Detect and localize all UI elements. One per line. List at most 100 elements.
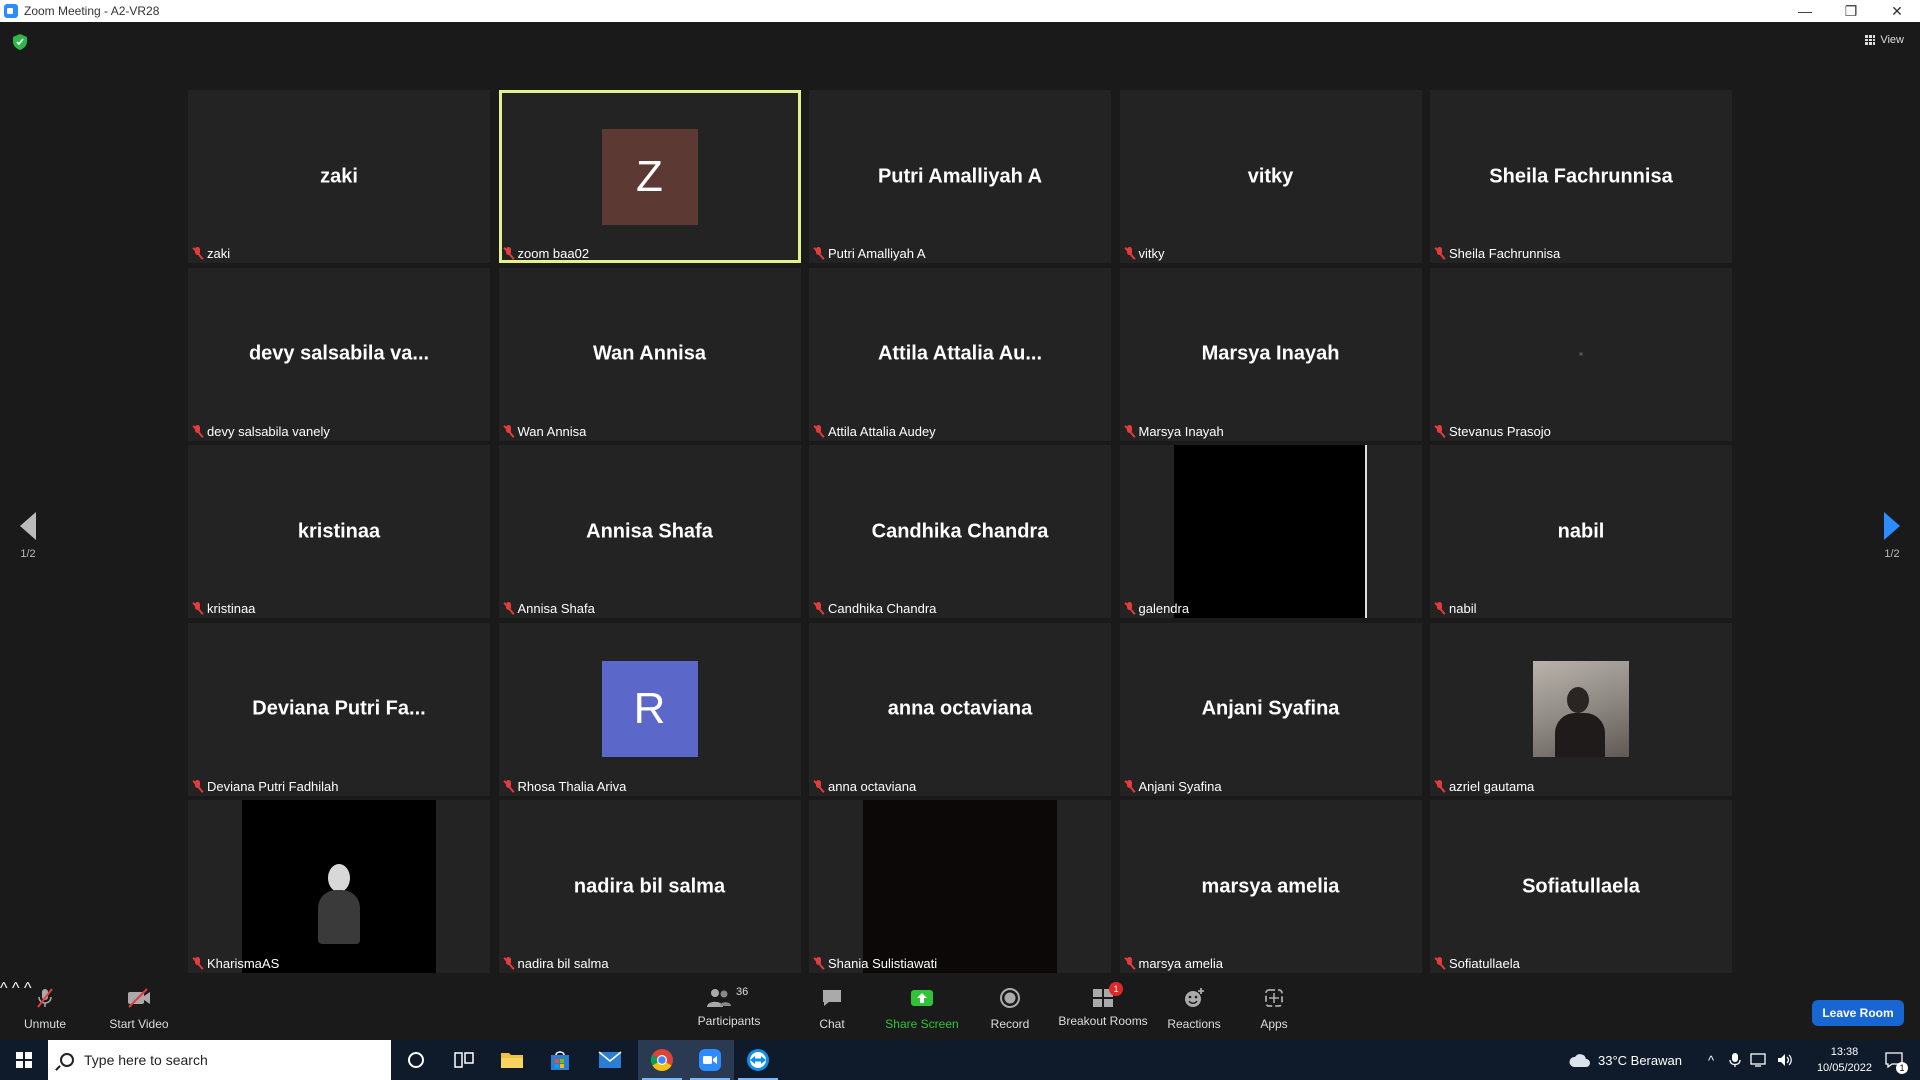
windows-taskbar: Type here to search 33°C Berawan ^ 13:38… xyxy=(0,1040,1920,1080)
participant-name-label: Annisa Shafa xyxy=(503,601,595,616)
microphone-muted-icon xyxy=(1124,957,1135,970)
microphone-muted-icon xyxy=(813,424,824,438)
participant-tile[interactable]: Putri Amalliyah A Putri Amalliyah A xyxy=(809,90,1111,263)
participant-tile[interactable]: Candhika Chandra Candhika Chandra xyxy=(809,445,1111,618)
participant-tile[interactable]: Marsya Inayah Marsya Inayah xyxy=(1119,267,1422,441)
blank-video-dot xyxy=(1579,352,1583,356)
apps-button[interactable]: Apps xyxy=(1254,986,1294,1031)
action-center-button[interactable]: 1 xyxy=(1876,1040,1912,1080)
participant-name-label: KharismaAS xyxy=(192,956,279,971)
start-video-button[interactable]: Start Video xyxy=(106,986,172,1031)
microphone-muted-icon xyxy=(1434,779,1445,793)
microphone-muted-icon xyxy=(192,957,203,970)
participant-name-label: Candhika Chandra xyxy=(813,601,936,616)
breakout-rooms-label: Breakout Rooms xyxy=(1058,1014,1148,1028)
zoom-taskbar-button[interactable] xyxy=(686,1040,734,1080)
view-label: View xyxy=(1880,34,1904,46)
microsoft-store-button[interactable] xyxy=(536,1040,584,1080)
participant-tile[interactable]: Anjani Syafina Anjani Syafina xyxy=(1119,622,1422,796)
mail-envelope-icon xyxy=(598,1051,622,1068)
microphone-muted-icon xyxy=(503,424,514,438)
participant-name: Annisa Shafa xyxy=(517,601,595,616)
minimize-button[interactable]: — xyxy=(1782,0,1828,22)
participant-tile[interactable]: nadira bil salma nadira bil salma xyxy=(498,800,801,973)
mail-button[interactable] xyxy=(586,1040,634,1080)
participant-tile[interactable]: vitky vitky xyxy=(1119,90,1422,263)
zoom-icon xyxy=(699,1049,721,1071)
cortana-button[interactable] xyxy=(392,1040,440,1080)
participant-display-name: vitky xyxy=(1247,165,1294,187)
show-hidden-icons-button[interactable]: ^ xyxy=(1708,1040,1714,1080)
microphone-muted-icon xyxy=(813,247,824,260)
participant-name-label: galendra xyxy=(1124,601,1189,616)
file-explorer-button[interactable] xyxy=(488,1040,536,1080)
participant-name: zaki xyxy=(207,246,231,261)
participant-tile[interactable]: kristinaa kristinaa xyxy=(188,445,490,618)
participant-tile[interactable]: Attila Attalia Au... Attila Attalia Audey xyxy=(809,267,1111,441)
participant-tile[interactable]: Deviana Putri Fa... Deviana Putri Fadhila… xyxy=(188,622,490,796)
participant-tile[interactable]: devy salsabila va... devy salsabila vanel… xyxy=(188,267,490,441)
participant-tile[interactable]: azriel gautama xyxy=(1430,622,1732,796)
leave-room-button[interactable]: Leave Room xyxy=(1812,1000,1904,1026)
task-view-button[interactable] xyxy=(440,1040,488,1080)
participant-name-label: Marsya Inayah xyxy=(1124,424,1224,439)
breakout-rooms-button[interactable]: 1 Breakout Rooms xyxy=(1058,982,1148,1028)
participant-tile[interactable]: galendra xyxy=(1119,445,1422,618)
breakout-rooms-badge: 1 xyxy=(1109,982,1123,996)
participant-tile[interactable]: Wan Annisa Wan Annisa xyxy=(498,267,801,441)
audio-options-caret[interactable]: ^ xyxy=(0,980,8,997)
participant-tile[interactable]: marsya amelia marsya amelia xyxy=(1119,800,1422,973)
view-button[interactable]: View xyxy=(1865,34,1904,46)
next-page-button[interactable]: 1/2 xyxy=(1872,512,1912,560)
participant-name-label: marsya amelia xyxy=(1124,956,1224,971)
volume-icon[interactable] xyxy=(1776,1052,1794,1068)
weather-widget[interactable]: 33°C Berawan xyxy=(1568,1040,1682,1080)
participant-tile[interactable]: R Rhosa Thalia Ariva xyxy=(498,622,801,796)
microphone-muted-icon xyxy=(1434,247,1445,260)
previous-page-button[interactable]: 1/2 xyxy=(8,512,48,560)
start-button[interactable] xyxy=(0,1040,48,1080)
microphone-muted-icon xyxy=(1124,602,1135,615)
participant-tile[interactable]: Zzoom baa02 xyxy=(498,90,801,263)
network-icon[interactable] xyxy=(1750,1052,1768,1068)
microphone-tray-icon[interactable] xyxy=(1728,1052,1742,1068)
microphone-muted-icon xyxy=(813,602,824,615)
participant-video-feed xyxy=(863,800,1057,973)
record-button[interactable]: Record xyxy=(988,986,1032,1031)
taskbar-search-box[interactable]: Type here to search xyxy=(48,1040,391,1080)
participant-tile[interactable]: Sofiatullaela Sofiatullaela xyxy=(1430,800,1732,973)
video-camera-off-icon xyxy=(128,988,150,1008)
reactions-button[interactable]: Reactions xyxy=(1164,986,1224,1031)
participant-name: vitky xyxy=(1138,246,1165,261)
participant-name: azriel gautama xyxy=(1449,778,1535,794)
participant-name: devy salsabila vanely xyxy=(207,423,330,439)
close-button[interactable]: ✕ xyxy=(1874,0,1920,22)
chat-button[interactable]: Chat xyxy=(812,986,852,1031)
encryption-shield-icon[interactable] xyxy=(13,34,27,50)
participant-name: nabil xyxy=(1449,601,1477,616)
share-screen-button[interactable]: Share Screen xyxy=(884,986,960,1031)
notification-count: 1 xyxy=(1896,1062,1908,1074)
search-icon xyxy=(60,1053,74,1067)
participant-tile[interactable]: anna octaviana anna octaviana xyxy=(809,622,1111,796)
restore-button[interactable]: ❐ xyxy=(1828,0,1874,22)
participant-name-label: Shania Sulistiawati xyxy=(813,956,937,971)
participant-name-label: Anjani Syafina xyxy=(1124,779,1222,794)
participant-tile[interactable]: Stevanus Prasojo xyxy=(1430,267,1732,441)
participant-tile[interactable]: Annisa Shafa Annisa Shafa xyxy=(498,445,801,618)
participant-name: Attila Attalia Audey xyxy=(828,423,936,439)
unmute-button[interactable]: Unmute xyxy=(20,986,70,1031)
participant-tile[interactable]: zaki zaki xyxy=(188,90,490,263)
participant-display-name: Annisa Shafa xyxy=(586,520,713,542)
participants-button[interactable]: 36 Participants xyxy=(694,986,764,1028)
teamviewer-button[interactable] xyxy=(734,1040,782,1080)
participant-tile[interactable]: Sheila Fachrunnisa Sheila Fachrunnisa xyxy=(1430,90,1732,263)
participant-name: marsya amelia xyxy=(1138,956,1224,971)
video-options-caret[interactable]: ^ xyxy=(12,980,20,997)
taskbar-clock[interactable]: 13:38 10/05/2022 xyxy=(1817,1044,1872,1076)
participant-tile[interactable]: Shania Sulistiawati xyxy=(809,800,1111,973)
participant-tile[interactable]: KharismaAS xyxy=(188,800,490,973)
participant-name: Stevanus Prasojo xyxy=(1449,423,1551,439)
participant-tile[interactable]: nabil nabil xyxy=(1430,445,1732,618)
chrome-button[interactable] xyxy=(638,1040,686,1080)
